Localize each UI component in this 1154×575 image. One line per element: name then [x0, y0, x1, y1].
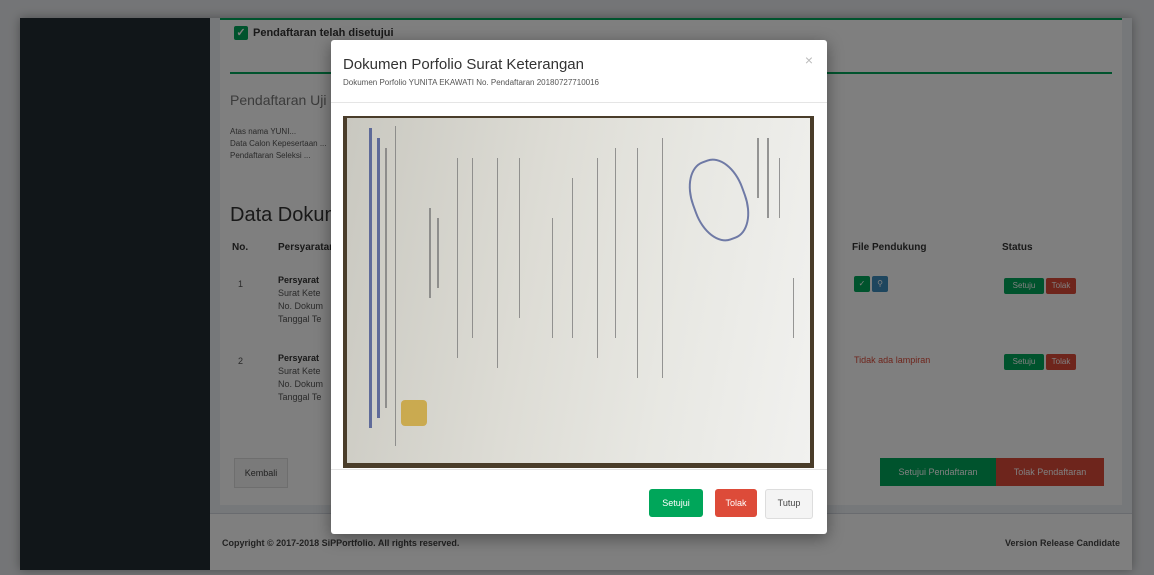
modal-header: Dokumen Porfolio Surat Keterangan Dokume…: [331, 40, 827, 103]
stamp-icon: [679, 151, 759, 249]
document-photo: [343, 116, 814, 468]
logo-icon: [401, 400, 427, 426]
scanned-letter: [347, 118, 810, 463]
approve-button[interactable]: Setujui: [649, 489, 703, 517]
modal-title: Dokumen Porfolio Surat Keterangan: [343, 56, 584, 73]
modal-footer: Setujui Tolak Tutup: [331, 469, 827, 534]
modal-subtitle: Dokumen Porfolio YUNITA EKAWATI No. Pend…: [343, 78, 599, 87]
reject-button[interactable]: Tolak: [715, 489, 757, 517]
close-icon[interactable]: ×: [805, 52, 813, 68]
document-modal: Dokumen Porfolio Surat Keterangan Dokume…: [331, 40, 827, 534]
close-button[interactable]: Tutup: [765, 489, 813, 519]
